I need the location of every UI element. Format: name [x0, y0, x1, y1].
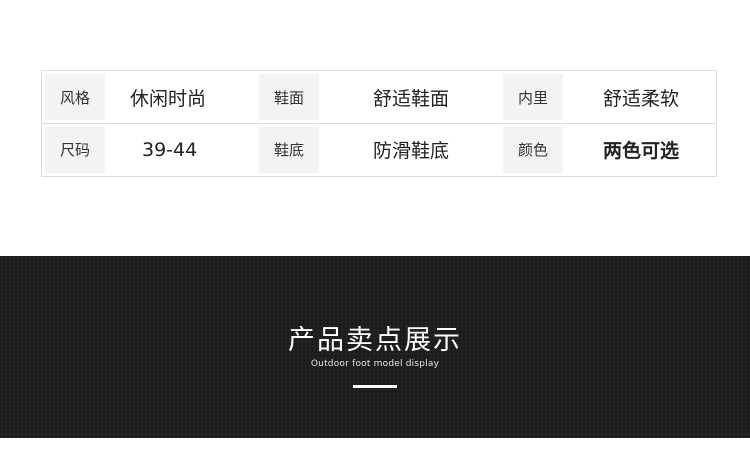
banner-title: 产品卖点展示 — [288, 325, 462, 356]
spec-value-style: 休闲时尚 — [130, 87, 207, 110]
spec-label-style: 风格 — [45, 74, 105, 121]
spec-label-cell: 鞋底 — [256, 124, 322, 177]
spec-label-cell: 颜色 — [500, 124, 566, 177]
spec-value-lining: 舒适柔软 — [602, 87, 679, 110]
spec-value-color: 两色可选 — [602, 140, 679, 163]
spec-label-sole: 鞋底 — [259, 126, 319, 173]
spec-label-color: 颜色 — [503, 126, 563, 173]
spec-table: 风格 休闲时尚 鞋面 舒适鞋面 内里 舒适柔软 尺码 39-44 鞋底 防滑鞋底… — [41, 70, 717, 177]
banner-subtitle: Outdoor foot model display — [310, 359, 440, 369]
row-divider — [42, 123, 716, 124]
spec-label-size: 尺码 — [45, 126, 105, 173]
spec-value-size: 39-44 — [142, 138, 198, 161]
section-banner: 产品卖点展示 Outdoor foot model display — [0, 256, 750, 438]
spec-label-cell: 内里 — [500, 71, 566, 124]
banner-underline — [353, 385, 397, 388]
spec-label-cell: 风格 — [42, 71, 108, 124]
spec-label-upper: 鞋面 — [259, 74, 319, 121]
spec-value-sole: 防滑鞋底 — [372, 140, 449, 163]
spec-label-cell: 鞋面 — [256, 71, 322, 124]
spec-value-upper: 舒适鞋面 — [372, 87, 449, 110]
spec-label-lining: 内里 — [503, 74, 563, 121]
spec-label-cell: 尺码 — [42, 124, 108, 177]
